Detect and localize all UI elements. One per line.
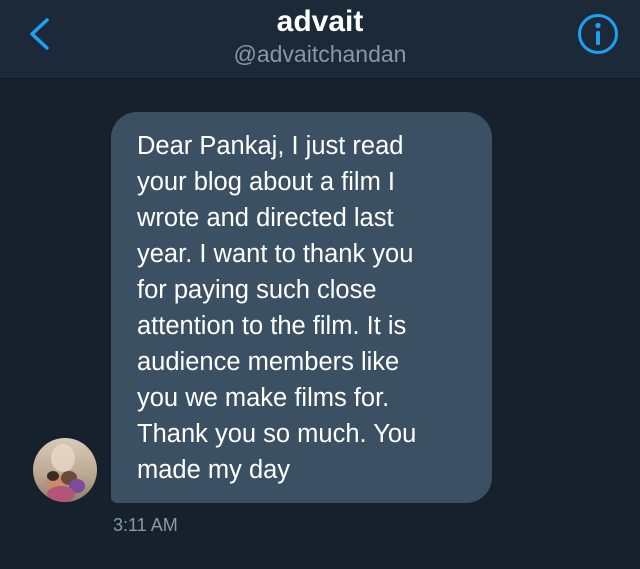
dm-conversation-screen: advait @advaitchandan Dear Pankaj, I jus… <box>0 0 640 569</box>
conversation-header: advait @advaitchandan <box>0 0 640 79</box>
info-icon <box>578 14 618 54</box>
message-text: Dear Pankaj, I just read your blog about… <box>137 132 417 484</box>
contact-handle[interactable]: @advaitchandan <box>0 40 640 68</box>
contact-name[interactable]: advait <box>0 2 640 42</box>
info-button[interactable] <box>576 12 620 56</box>
message-timestamp: 3:11 AM <box>113 515 178 535</box>
avatar[interactable] <box>33 438 97 502</box>
avatar-photo <box>33 438 97 502</box>
message-bubble[interactable]: Dear Pankaj, I just read your blog about… <box>111 112 492 503</box>
